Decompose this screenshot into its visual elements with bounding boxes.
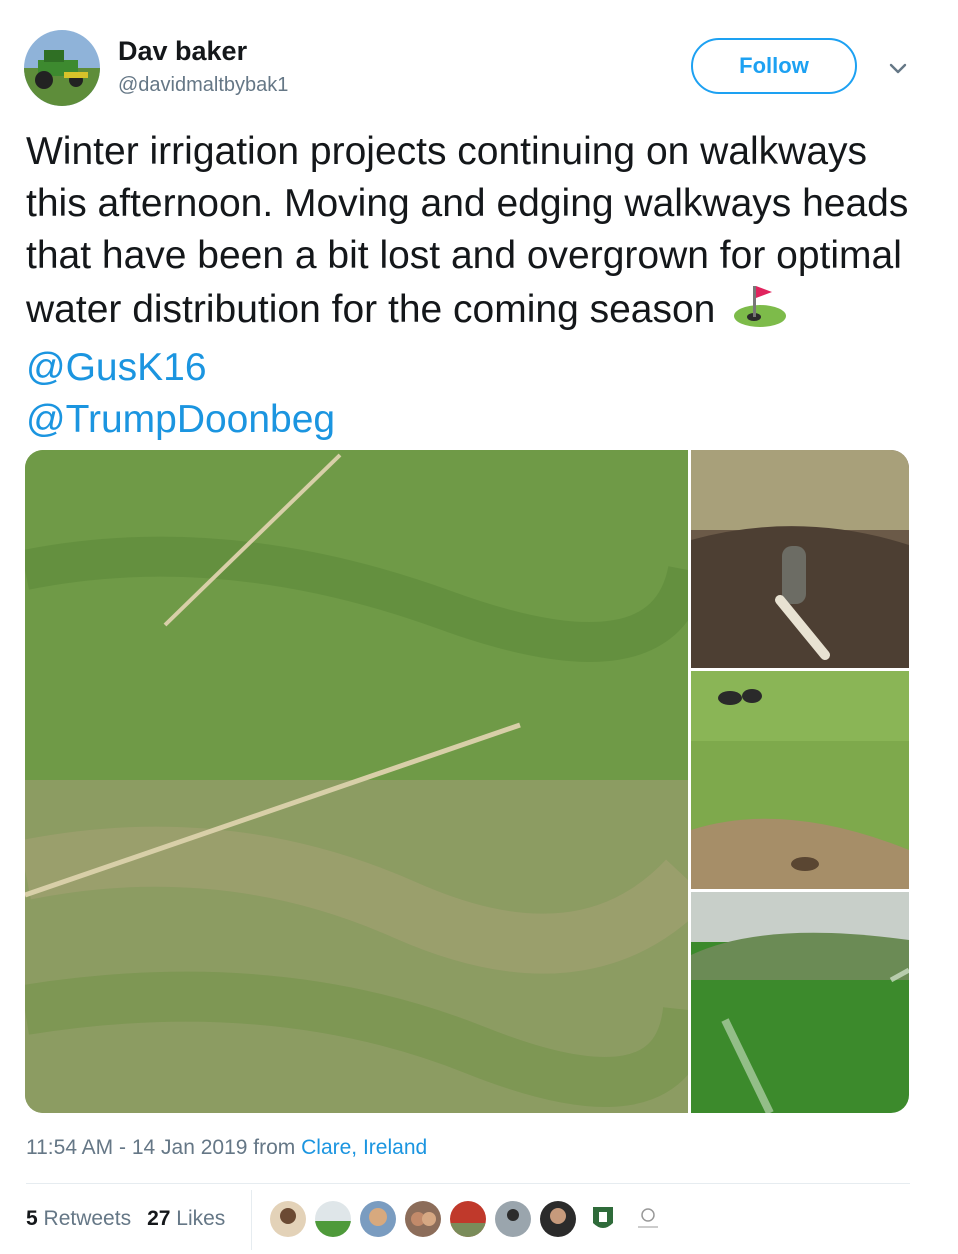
follow-button[interactable]: Follow [691,38,857,94]
user-avatar[interactable] [24,30,100,106]
liker-avatar[interactable] [270,1201,306,1237]
photo-sprinkler-course[interactable] [691,892,909,1113]
liker-avatar[interactable] [360,1201,396,1237]
liker-avatar[interactable] [315,1201,351,1237]
retweets-label: Retweets [43,1207,132,1230]
chevron-down-icon[interactable] [886,56,910,80]
media-grid [25,450,909,1113]
tweet-stats: 5 Retweets 27 Likes [26,1207,225,1231]
retweets-stat[interactable]: 5 Retweets [26,1207,131,1230]
likes-label: Likes [176,1207,226,1230]
liker-avatar[interactable] [450,1201,486,1237]
retweets-count: 5 [26,1207,38,1230]
tweet-timestamp: 11:54 AM - 14 Jan 2019 from Clare, Irela… [26,1136,427,1160]
liker-avatar[interactable] [585,1201,621,1237]
mention-trumpdoonbeg[interactable]: @TrumpDoonbeg [26,398,335,441]
photo-walkway-grass[interactable] [691,671,909,889]
location-link[interactable]: Clare, Ireland [301,1136,427,1159]
photo-grass-walkway[interactable] [25,450,713,1113]
tweet-header: Dav baker @davidmaltbybak1 Follow [0,0,958,120]
likes-stat[interactable]: 27 Likes [147,1207,225,1230]
stats-divider [251,1190,252,1250]
liker-avatar[interactable] [540,1201,576,1237]
timestamp-text[interactable]: 11:54 AM - 14 Jan 2019 from [26,1136,301,1159]
tweet-text: Winter irrigation projects continuing on… [26,126,926,446]
flag-in-hole-icon [732,282,788,342]
divider [26,1183,910,1184]
mention-gusk16[interactable]: @GusK16 [26,346,207,389]
liker-avatar[interactable] [495,1201,531,1237]
photo-sprinkler-hole[interactable] [691,450,909,668]
display-name[interactable]: Dav baker [118,36,247,67]
avatar-image [24,30,100,106]
likes-count: 27 [147,1207,171,1230]
liker-avatar[interactable] [405,1201,441,1237]
user-handle[interactable]: @davidmaltbybak1 [118,74,288,97]
liker-avatar[interactable] [630,1201,666,1237]
